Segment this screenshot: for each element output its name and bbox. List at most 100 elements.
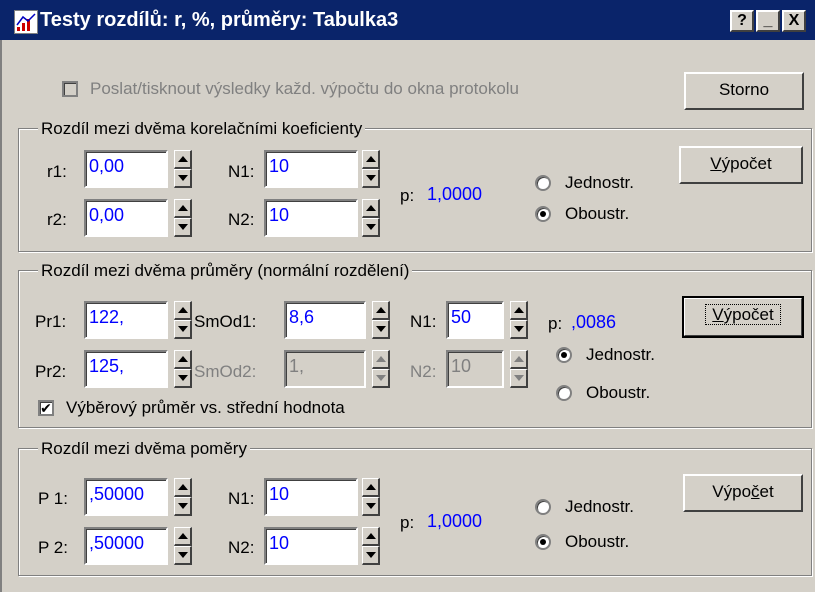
pr1-label: Pr1: (35, 312, 67, 331)
spin-up-icon[interactable] (174, 199, 192, 218)
p1-label: P 1: (38, 489, 68, 508)
ratios-two-sided-label: Oboustr. (565, 532, 630, 551)
spin-down-icon[interactable] (510, 369, 528, 388)
smod1-label: SmOd1: (194, 312, 257, 331)
corr-two-sided-label: Oboustr. (565, 204, 630, 223)
r2-spinner[interactable] (174, 199, 192, 237)
ratios-n2-label: N2: (228, 538, 255, 557)
pr1-input[interactable]: 122, (84, 301, 168, 339)
sample-vs-mean-label: Výběrový průměr vs. střední hodnota (66, 398, 345, 417)
p2-input[interactable]: ,50000 (84, 527, 168, 565)
ratios-n2-input[interactable]: 10 (264, 527, 358, 565)
means-group-label: Rozdíl mezi dvěma průměry (normální rozd… (38, 261, 413, 281)
spin-down-icon[interactable] (362, 546, 380, 565)
spin-down-icon[interactable] (174, 369, 192, 388)
corr-one-sided-label: Jednostr. (565, 173, 634, 192)
ratios-compute-button[interactable]: Výpočet (683, 474, 803, 512)
spin-down-icon[interactable] (510, 320, 528, 339)
spin-down-icon[interactable] (174, 169, 192, 188)
ratios-n2-spinner[interactable] (362, 527, 380, 565)
corr-n2-input[interactable]: 10 (264, 199, 358, 237)
means-n1-spinner[interactable] (510, 301, 528, 339)
spin-up-icon[interactable] (510, 350, 528, 369)
smod2-spinner[interactable] (372, 350, 390, 388)
means-n2-label: N2: (410, 362, 437, 381)
r2-label: r2: (47, 210, 67, 229)
title-bar[interactable]: Testy rozdílů: r, %, průměry: Tabulka3 ?… (0, 0, 815, 40)
spin-down-icon[interactable] (362, 218, 380, 237)
means-two-sided-radio[interactable] (556, 385, 572, 401)
pr2-input[interactable]: 125, (84, 350, 168, 388)
spin-up-icon[interactable] (174, 478, 192, 497)
smod1-input[interactable]: 8,6 (284, 301, 366, 339)
spin-up-icon[interactable] (362, 199, 380, 218)
r1-input[interactable]: 0,00 (84, 150, 168, 188)
spin-up-icon[interactable] (372, 301, 390, 320)
corr-p-value: 1,0000 (427, 184, 483, 204)
corr-one-sided-radio[interactable] (535, 175, 551, 191)
ratios-n1-spinner[interactable] (362, 478, 380, 516)
means-n2-spinner[interactable] (510, 350, 528, 388)
window-title: Testy rozdílů: r, %, průměry: Tabulka3 (40, 9, 399, 31)
r1-label: r1: (47, 162, 67, 181)
means-one-sided-label: Jednostr. (586, 345, 655, 364)
p1-spinner[interactable] (174, 478, 192, 516)
smod1-spinner[interactable] (372, 301, 390, 339)
app-chart-icon (14, 10, 38, 34)
spin-up-icon[interactable] (174, 301, 192, 320)
sample-vs-mean-checkbox[interactable]: ✔ (38, 400, 54, 416)
means-n1-label: N1: (410, 312, 437, 331)
smod2-input[interactable]: 1, (284, 350, 366, 388)
ratios-one-sided-radio[interactable] (535, 499, 551, 515)
means-n1-input[interactable]: 50 (446, 301, 504, 339)
spin-up-icon[interactable] (174, 150, 192, 169)
protocol-checkbox[interactable] (62, 81, 78, 97)
means-one-sided-radio[interactable] (556, 347, 572, 363)
spin-up-icon[interactable] (362, 478, 380, 497)
ratios-p-value: 1,0000 (427, 511, 483, 531)
corr-n1-input[interactable]: 10 (264, 150, 358, 188)
cancel-button[interactable]: Storno (684, 72, 804, 110)
help-button[interactable]: ? (730, 10, 754, 32)
means-p-value: ,0086 (571, 312, 617, 332)
corr-n1-spinner[interactable] (362, 150, 380, 188)
spin-up-icon[interactable] (174, 527, 192, 546)
corr-compute-button[interactable]: Výpočet (679, 146, 803, 184)
spin-down-icon[interactable] (362, 497, 380, 516)
ratios-p-label: p: (400, 513, 415, 532)
r2-input[interactable]: 0,00 (84, 199, 168, 237)
protocol-checkbox-label: Poslat/tisknout výsledky každ. výpočtu d… (90, 79, 520, 98)
ratios-n1-label: N1: (228, 489, 255, 508)
corr-two-sided-radio[interactable] (535, 206, 551, 222)
spin-up-icon[interactable] (362, 150, 380, 169)
minimize-button[interactable]: _ (756, 10, 780, 32)
means-n2-input[interactable]: 10 (446, 350, 504, 388)
spin-down-icon[interactable] (174, 546, 192, 565)
p2-label: P 2: (38, 538, 68, 557)
pr2-spinner[interactable] (174, 350, 192, 388)
spin-down-icon[interactable] (372, 320, 390, 339)
ratios-group-label: Rozdíl mezi dvěma poměry (38, 439, 250, 459)
corr-p-label: p: (400, 186, 415, 205)
spin-down-icon[interactable] (174, 497, 192, 516)
r1-spinner[interactable] (174, 150, 192, 188)
spin-up-icon[interactable] (510, 301, 528, 320)
p1-input[interactable]: ,50000 (84, 478, 168, 516)
corr-n2-spinner[interactable] (362, 199, 380, 237)
spin-down-icon[interactable] (372, 369, 390, 388)
spin-down-icon[interactable] (174, 218, 192, 237)
spin-down-icon[interactable] (174, 320, 192, 339)
close-button[interactable]: X (782, 10, 806, 32)
ratios-n1-input[interactable]: 10 (264, 478, 358, 516)
spin-up-icon[interactable] (174, 350, 192, 369)
ratios-two-sided-radio[interactable] (535, 534, 551, 550)
spin-up-icon[interactable] (362, 527, 380, 546)
corr-n1-label: N1: (228, 162, 255, 181)
smod2-label: SmOd2: (194, 362, 257, 381)
pr1-spinner[interactable] (174, 301, 192, 339)
means-compute-button[interactable]: Výpočet (682, 296, 804, 338)
p2-spinner[interactable] (174, 527, 192, 565)
spin-down-icon[interactable] (362, 169, 380, 188)
spin-up-icon[interactable] (372, 350, 390, 369)
corr-n2-label: N2: (228, 210, 255, 229)
